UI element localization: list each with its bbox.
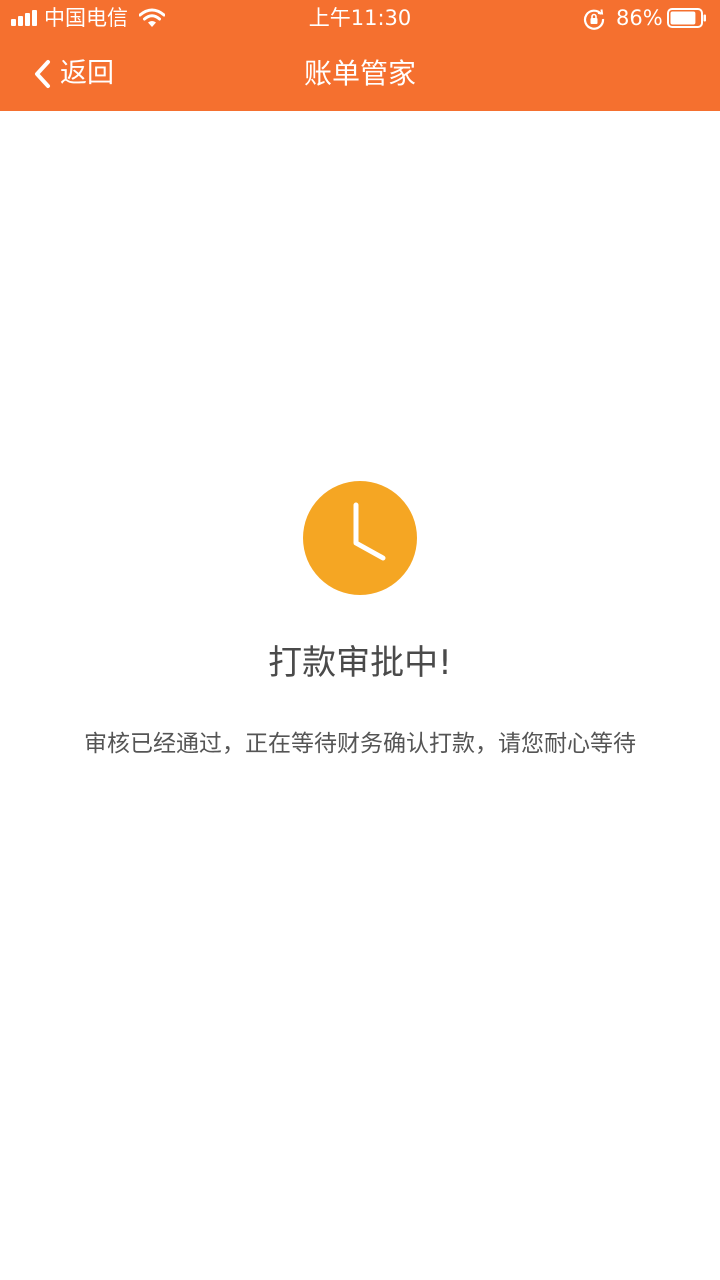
status-title: 打款审批中! [268, 643, 452, 683]
status-description: 审核已经通过，正在等待财务确认打款，请您耐心等待 [84, 731, 636, 757]
battery-percent: 86% [616, 6, 663, 30]
battery-icon [667, 8, 706, 28]
header: 中国电信 上午11:30 86% 返回 账单管家 [0, 0, 720, 111]
status-bar: 中国电信 上午11:30 86% [0, 0, 720, 38]
nav-bar: 返回 账单管家 [0, 38, 720, 111]
clock-icon [303, 481, 417, 595]
rotation-lock-icon [583, 9, 605, 30]
page-title: 账单管家 [303, 57, 416, 90]
status-time: 上午11:30 [308, 6, 412, 30]
